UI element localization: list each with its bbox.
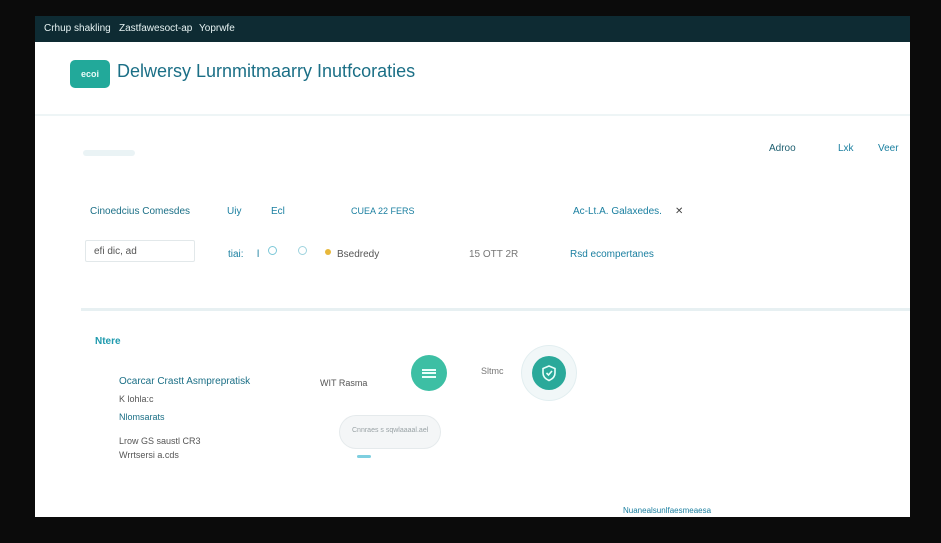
- page-title: Delwersy Lurnmitmaarry Inutfcoraties: [117, 61, 416, 81]
- item-title[interactable]: Ocarcar Crastt Asmprepratisk: [119, 376, 250, 387]
- row-date: 15 OTT 2R: [469, 249, 519, 260]
- app-header: ecoi Delwersy Lurnmitmaarry Inutfcoratie…: [35, 42, 910, 116]
- item-line-2: Wrrtsersi a.cds: [119, 450, 179, 460]
- preview-text: Cnnraes s sqwlaaaal.ael: [352, 427, 429, 434]
- row-link[interactable]: Rsd ecompertanes: [570, 249, 654, 260]
- close-icon[interactable]: ✕: [675, 206, 683, 217]
- circle-icon[interactable]: [298, 246, 307, 255]
- section-divider: [81, 308, 910, 311]
- footer-link[interactable]: Nuanealsunlfaesmeaesa: [623, 506, 711, 515]
- preview-progress-bar: [357, 455, 371, 458]
- item-tag: WIT Rasma: [320, 378, 368, 388]
- nav-link-veer[interactable]: Veer: [878, 143, 899, 154]
- item-line-1: Lrow GS saustl CR3: [119, 436, 201, 446]
- app-logo[interactable]: ecoi: [70, 60, 110, 88]
- search-input[interactable]: [85, 240, 195, 262]
- search-placeholder-bar[interactable]: [83, 150, 135, 156]
- status-text: Bsedredy: [337, 249, 380, 260]
- title-bar-extra: Yoprwfe: [199, 23, 235, 34]
- circle-label: Sltmc: [481, 366, 504, 376]
- preview-card[interactable]: Cnnraes s sqwlaaaal.ael: [340, 416, 440, 448]
- filter-date-range[interactable]: CUEA 22 FERS: [351, 206, 415, 216]
- nav-link-lxk[interactable]: Lxk: [838, 143, 854, 154]
- filter-galaxedes[interactable]: Ac-Lt.A. Galaxedes.: [573, 206, 662, 217]
- row-small-label: tiai:: [228, 249, 244, 260]
- shield-icon: [542, 365, 556, 382]
- app-window: Crhup shakling Zastfawesoct-ap Yoprwfe e…: [35, 16, 910, 517]
- title-bar-app-name: Crhup shakling: [44, 23, 111, 34]
- nav-link-adroo[interactable]: Adroo: [769, 143, 796, 154]
- filter-ecl[interactable]: Ecl: [271, 206, 285, 217]
- menu-lines-icon: [422, 368, 436, 378]
- list-button[interactable]: [411, 355, 447, 391]
- filter-uiy[interactable]: Uiy: [227, 206, 241, 217]
- section-heading: Ntere: [95, 336, 121, 347]
- title-bar: Crhup shakling Zastfawesoct-ap Yoprwfe: [35, 16, 910, 42]
- row-small-divider: l: [257, 249, 260, 260]
- toggle-icon[interactable]: [268, 246, 277, 255]
- item-meta: Nlomsarats: [119, 412, 165, 422]
- shield-action-button[interactable]: [532, 356, 566, 390]
- title-bar-document: Zastfawesoct-ap: [119, 23, 193, 34]
- item-subtitle: K lohla:c: [119, 394, 154, 404]
- status-dot-icon: [325, 249, 331, 255]
- filter-label: Cinoedcius Comesdes: [90, 206, 191, 217]
